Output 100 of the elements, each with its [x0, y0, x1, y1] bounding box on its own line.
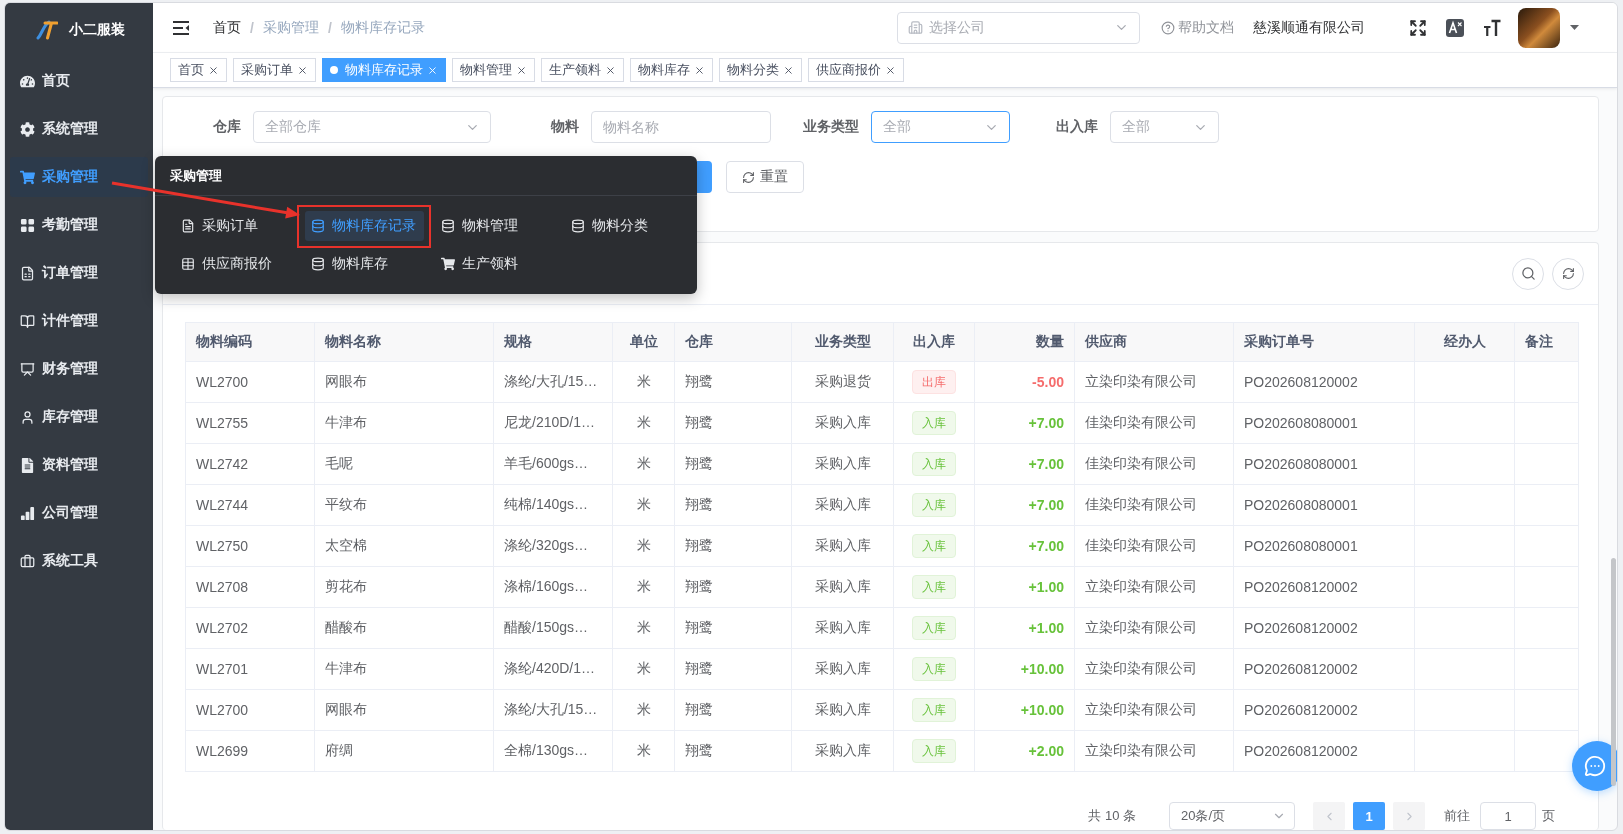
logo-text: 小二服装	[69, 21, 125, 39]
tab[interactable]: 物料分类	[719, 58, 802, 82]
document-icon	[20, 457, 35, 473]
status-tag: 入库	[912, 657, 956, 681]
menu-item[interactable]: 物料分类	[565, 211, 656, 241]
close-icon[interactable]	[208, 64, 219, 76]
table-icon	[181, 257, 195, 271]
status-tag: 入库	[912, 739, 956, 763]
table-cell: WL2742	[185, 443, 315, 485]
table-cell: 全棉/130gs…	[493, 730, 613, 772]
close-icon[interactable]	[605, 64, 616, 76]
menu-title: 采购管理	[170, 166, 222, 185]
close-icon[interactable]	[297, 64, 308, 76]
sidebar-item[interactable]: 订单管理	[10, 253, 148, 293]
table-cell: 米	[612, 730, 675, 772]
menu-item[interactable]: 物料管理	[435, 211, 526, 241]
company-name: 慈溪顺通有限公司	[1253, 18, 1365, 37]
database-icon	[571, 219, 585, 233]
language-icon[interactable]	[1446, 18, 1464, 37]
sidebar-item[interactable]: 计件管理	[10, 301, 148, 341]
table-cell: 牛津布	[314, 402, 494, 444]
sidebar-item[interactable]: 考勤管理	[10, 205, 148, 245]
avatar-placeholder[interactable]	[1518, 7, 1560, 48]
database-icon	[311, 219, 325, 233]
table-cell: +2.00	[974, 730, 1075, 772]
column-header: 备注	[1514, 322, 1579, 362]
column-header: 单位	[612, 322, 675, 362]
page-size-select[interactable]: 20条/页	[1169, 802, 1295, 830]
sidebar-item[interactable]: 财务管理	[10, 349, 148, 389]
tab[interactable]: 生产领料	[541, 58, 624, 82]
sidebar-item[interactable]: 库存管理	[10, 397, 148, 437]
sidebar-item[interactable]: 公司管理	[10, 493, 148, 533]
input-field[interactable]: 物料名称	[591, 111, 771, 143]
column-header: 规格	[493, 322, 613, 362]
table-cell: +7.00	[974, 402, 1075, 444]
menu-item[interactable]: 物料库存记录	[305, 211, 424, 241]
menu-item[interactable]: 供应商报价	[175, 249, 280, 279]
table-cell: 立染印染有限公司	[1074, 648, 1234, 690]
table-cell: 太空棉	[314, 525, 494, 567]
menu-item[interactable]: 物料库存	[305, 249, 396, 279]
table-cell: 米	[612, 689, 675, 731]
menu-item[interactable]: 采购订单	[175, 211, 266, 241]
table-cell: +1.00	[974, 607, 1075, 649]
fullscreen-icon[interactable]	[1409, 18, 1427, 37]
table-cell: 涤纶/420D/1…	[493, 648, 613, 690]
table-cell: 翔鹭	[674, 484, 792, 526]
column-header: 物料名称	[314, 322, 494, 362]
sidebar-item[interactable]: 首页	[10, 61, 148, 101]
table-cell: 涤纶/大孔/15…	[493, 689, 613, 731]
column-header: 业务类型	[791, 322, 894, 362]
close-icon[interactable]	[885, 64, 896, 76]
dot-icon	[330, 66, 338, 74]
sidebar-item[interactable]: 资料管理	[10, 445, 148, 485]
field-label: 仓库	[212, 118, 242, 136]
table-cell: 米	[612, 443, 675, 485]
search-icon	[1520, 266, 1536, 281]
page-input[interactable]: 1	[1480, 802, 1536, 830]
table-cell: 采购入库	[791, 607, 894, 649]
table-cell: 佳染印染有限公司	[1074, 443, 1234, 485]
table-cell: 佳染印染有限公司	[1074, 484, 1234, 526]
close-icon[interactable]	[694, 64, 705, 76]
sidebar-item[interactable]: 系统工具	[10, 541, 148, 581]
sidebar-item[interactable]: 采购管理	[10, 157, 148, 197]
reset-button[interactable]: 重置	[726, 161, 804, 193]
grid-icon	[20, 217, 35, 233]
table-cell: 米	[612, 648, 675, 690]
total-count: 共 10 条	[1088, 807, 1136, 825]
table-cell: 采购退货	[791, 361, 894, 403]
table-cell: 网眼布	[314, 689, 494, 731]
status-tag: 入库	[912, 575, 956, 599]
tab[interactable]: 物料管理	[452, 58, 535, 82]
table-cell: 翔鹭	[674, 566, 792, 608]
status-tag: 入库	[912, 534, 956, 558]
sidebar-item[interactable]: 系统管理	[10, 109, 148, 149]
refresh-button[interactable]	[1552, 257, 1584, 290]
table-cell: +1.00	[974, 566, 1075, 608]
caret-icon[interactable]	[1570, 25, 1579, 30]
tab[interactable]: 采购订单	[233, 58, 316, 82]
column-header: 仓库	[674, 322, 792, 362]
menu-icon[interactable]	[172, 19, 190, 36]
table-cell: 采购入库	[791, 443, 894, 485]
tab[interactable]: 供应商报价	[808, 58, 904, 82]
table-cell: PO202608120002	[1233, 361, 1415, 403]
gear-icon	[20, 121, 35, 137]
tab[interactable]: 物料库存	[630, 58, 713, 82]
field-label: 出入库	[1055, 118, 1099, 136]
text-size-icon[interactable]	[1483, 18, 1501, 37]
status-tag: 入库	[912, 616, 956, 640]
scrollbar-thumb[interactable]	[1611, 558, 1616, 786]
page-suffix: 页	[1542, 807, 1555, 825]
table-cell: 立染印染有限公司	[1074, 730, 1234, 772]
table-cell: 涤棉/160gs…	[493, 566, 613, 608]
table-cell: 佳染印染有限公司	[1074, 402, 1234, 444]
table-cell: 米	[612, 607, 675, 649]
menu-item[interactable]: 生产领料	[435, 249, 526, 279]
close-icon[interactable]	[783, 64, 794, 76]
breadcrumb-link[interactable]: 首页	[213, 18, 241, 37]
tab[interactable]: 首页	[170, 58, 227, 82]
close-icon[interactable]	[516, 64, 527, 76]
search-button[interactable]	[1512, 257, 1544, 290]
